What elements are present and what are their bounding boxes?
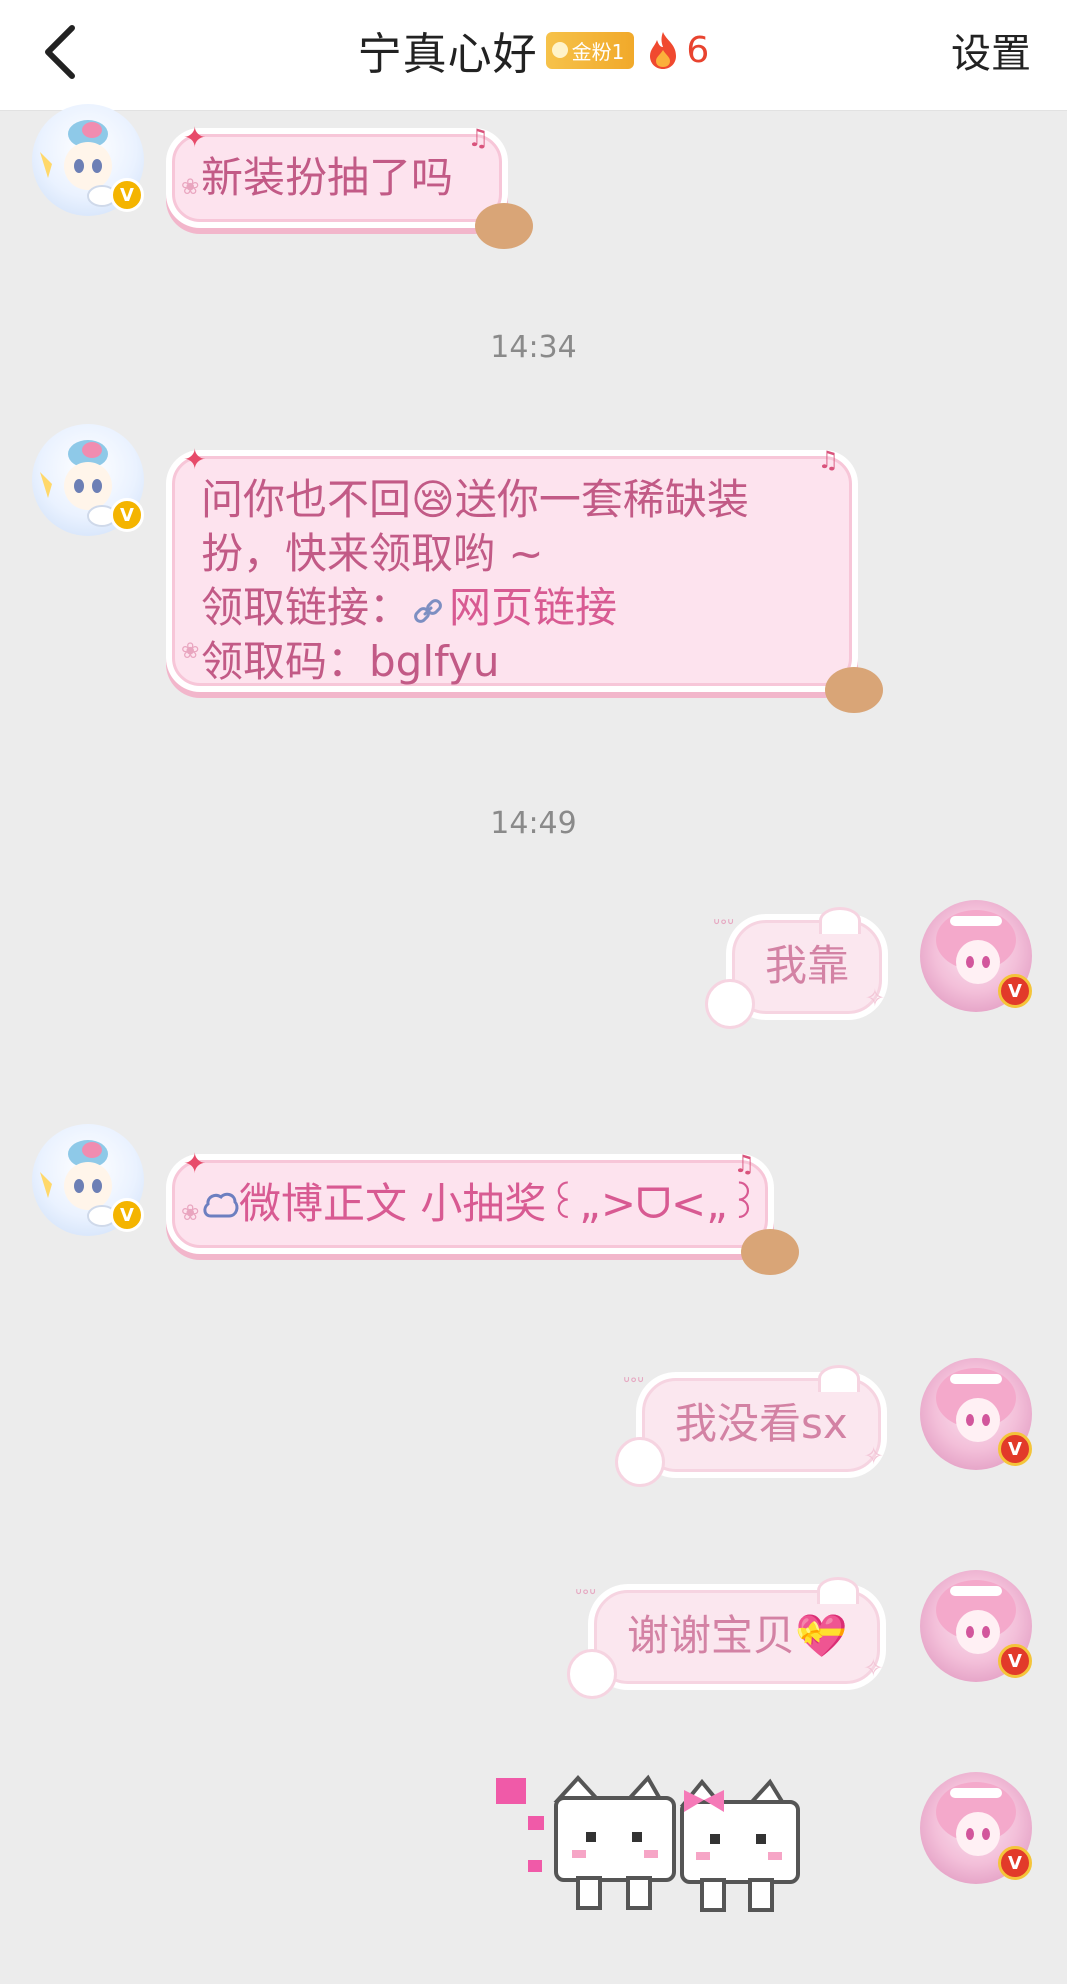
weibo-post-link[interactable]: 微博正文 小抽奖꒰„>ᗜ<„꒱	[239, 1179, 761, 1228]
ear-deco-icon	[819, 907, 862, 934]
bunny-deco-icon: ᐡᐤᐡ	[623, 1373, 645, 1394]
ear-deco-icon	[817, 1577, 860, 1604]
verified-badge-icon: V	[998, 1644, 1032, 1678]
message-bubble[interactable]: ✦ ♫ 问你也不回😪送你一套稀缺装 扮，快来领取哟 ~ 领取链接： 网页链接 领取…	[172, 443, 883, 713]
sparkle-icon: ✧	[863, 1654, 884, 1682]
timestamp: 14:49	[490, 806, 577, 841]
fire-icon	[650, 32, 677, 69]
verified-badge-icon: V	[110, 178, 144, 212]
message-line: 领取码：bglfyu	[201, 637, 500, 686]
message-line: 领取链接： 网页链接	[201, 583, 618, 632]
ear-deco-icon	[817, 1365, 860, 1392]
top-bar: 宁真心好 金粉1 6 设置	[0, 0, 1067, 111]
message-bubble[interactable]: ᐡᐤᐡ 我没看sx ✧	[615, 1365, 884, 1487]
flower-deco-icon	[705, 979, 755, 1029]
contact-avatar[interactable]: V	[32, 104, 144, 216]
message-bubble[interactable]: ✦ ♫ 新装扮抽了吗 ❀	[172, 121, 533, 249]
bear-sticker-icon	[825, 667, 883, 713]
web-link[interactable]: 网页链接	[411, 583, 617, 632]
title-group: 宁真心好 金粉1 6	[0, 0, 1067, 100]
cherry-icon: ✦	[183, 1147, 207, 1180]
message-line: 扮，快来领取哟 ~	[201, 529, 544, 578]
fan-badge-label: 金粉1	[571, 39, 625, 64]
sparkle-icon: ✧	[863, 1442, 884, 1470]
intimacy-count: 6	[686, 29, 710, 71]
music-note-icon: ♫	[733, 1150, 755, 1178]
message-bubble[interactable]: ✦ ♫ 微博正文 小抽奖꒰„>ᗜ<„꒱ ❀	[172, 1147, 799, 1275]
heart-gift-icon: 💝	[795, 1611, 848, 1660]
message-text: 新装扮抽了吗	[201, 153, 454, 202]
message-bubble[interactable]: ᐡᐤᐡ 我靠 ✧	[705, 907, 885, 1029]
my-avatar[interactable]: V	[920, 1772, 1032, 1884]
cherry-icon: ✦	[183, 443, 207, 476]
bunny-deco-icon: ᐡᐤᐡ	[713, 915, 735, 936]
chat-title: 宁真心好	[357, 29, 538, 80]
verified-badge-icon: V	[998, 974, 1032, 1008]
bear-sticker-icon	[741, 1229, 799, 1275]
music-note-icon: ♫	[467, 124, 489, 152]
paw-icon: ❀	[181, 1201, 200, 1226]
message-line: 问你也不回😪送你一套稀缺装	[201, 475, 749, 524]
pixel-cats-sticker-icon	[496, 1774, 800, 1912]
message-text: 我靠	[765, 941, 850, 990]
verified-badge-icon: V	[110, 498, 144, 532]
sleepy-emoji-icon: 😪	[411, 475, 455, 524]
crown-icon	[551, 42, 568, 58]
verified-badge-icon: V	[998, 1432, 1032, 1466]
message-bubble[interactable]: ᐡᐤᐡ 谢谢宝贝💝 ✧	[567, 1577, 883, 1699]
my-avatar[interactable]: V	[920, 900, 1032, 1012]
verified-badge-icon: V	[110, 1198, 144, 1232]
paw-icon: ❀	[181, 175, 200, 200]
intimacy-indicator: 6	[646, 30, 709, 71]
music-note-icon: ♫	[817, 446, 839, 474]
message-text: 谢谢宝贝	[627, 1611, 796, 1660]
my-avatar[interactable]: V	[920, 1358, 1032, 1470]
sparkle-icon: ✧	[864, 984, 886, 1012]
fan-badge: 金粉1	[545, 31, 635, 69]
contact-avatar[interactable]: V	[32, 424, 144, 536]
weibo-post-icon	[203, 1192, 239, 1218]
bear-sticker-icon	[475, 203, 533, 249]
timestamp: 14:34	[490, 330, 577, 365]
paw-icon: ❀	[181, 639, 200, 664]
contact-avatar[interactable]: V	[32, 1124, 144, 1236]
cherry-icon: ✦	[183, 121, 207, 154]
link-icon	[414, 598, 442, 623]
my-avatar[interactable]: V	[920, 1570, 1032, 1682]
flower-deco-icon	[567, 1649, 617, 1699]
verified-badge-icon: V	[998, 1846, 1032, 1880]
message-text: 我没看sx	[675, 1399, 848, 1448]
flower-deco-icon	[615, 1437, 665, 1487]
settings-button[interactable]: 设置	[951, 22, 1031, 78]
bunny-deco-icon: ᐡᐤᐡ	[575, 1585, 597, 1606]
pixel-cats-sticker[interactable]	[488, 1770, 878, 1930]
